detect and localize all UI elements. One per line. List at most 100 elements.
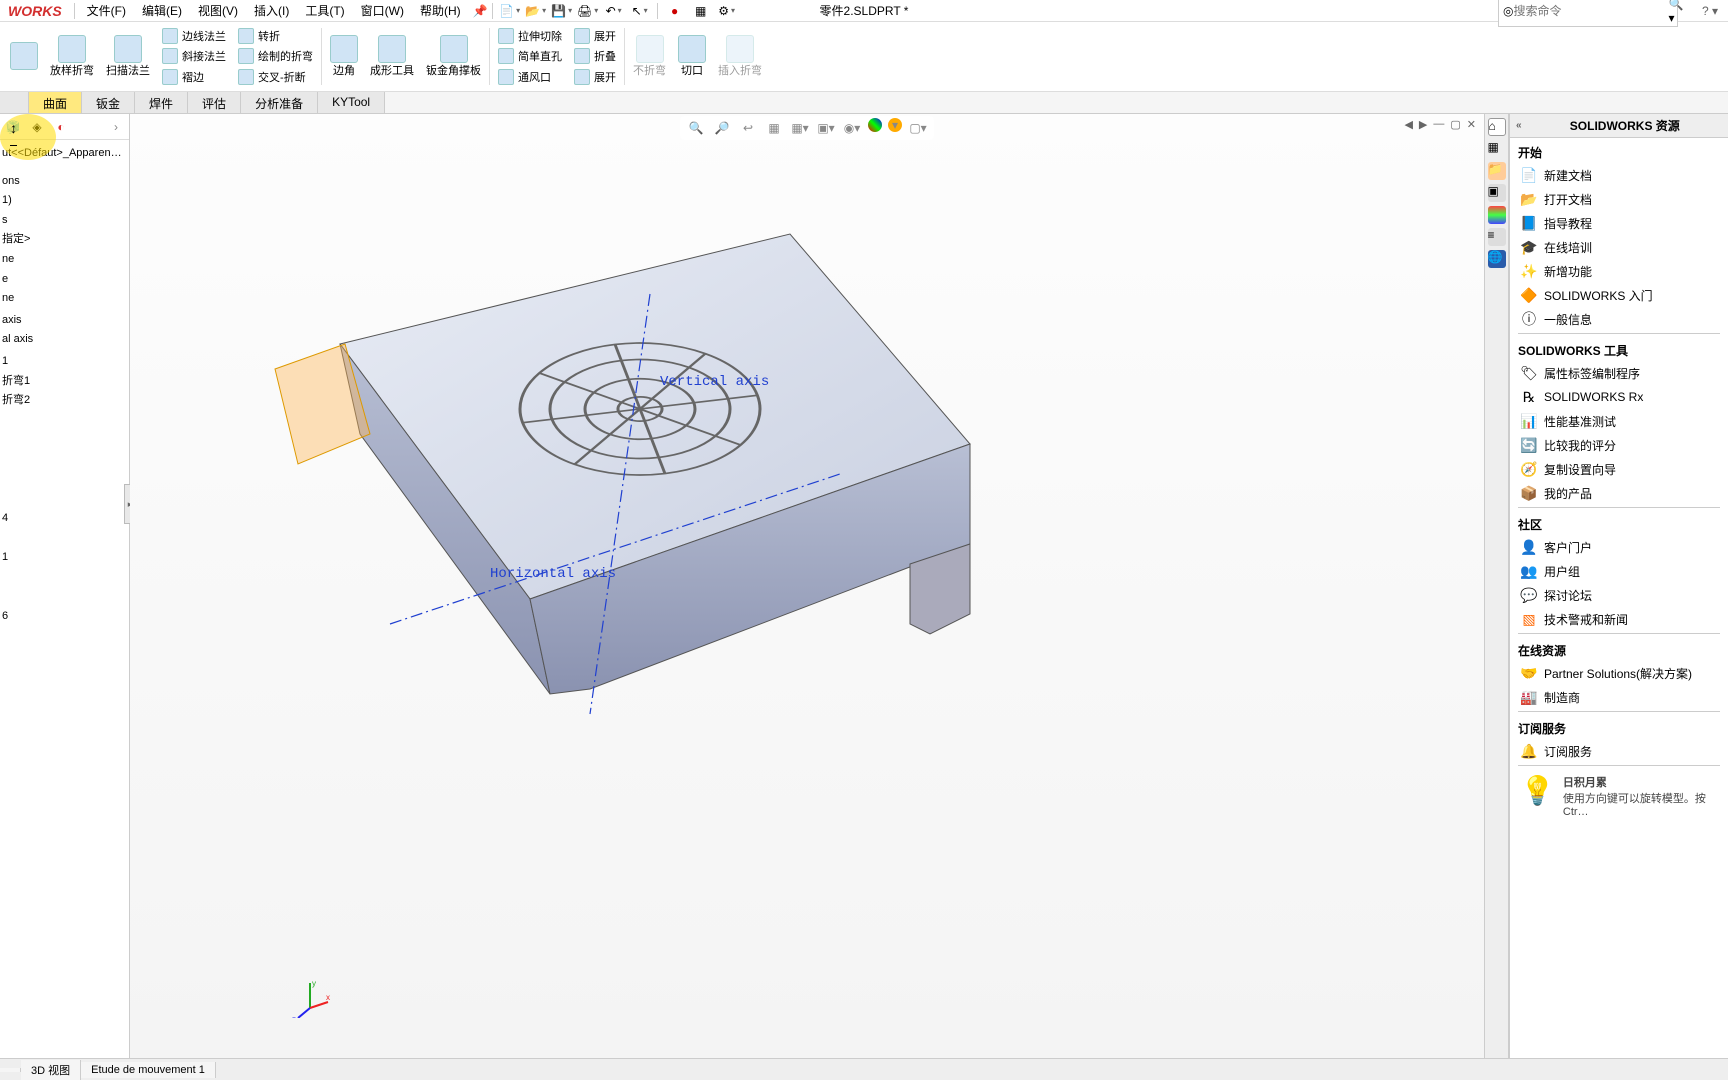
menu-file[interactable]: 文件(F) bbox=[79, 0, 134, 21]
scene-icon[interactable]: ▾ bbox=[888, 118, 902, 132]
tree-expand-icon[interactable]: › bbox=[107, 118, 125, 136]
tree-node[interactable]: e bbox=[2, 270, 127, 290]
tab-custom-props-icon[interactable]: ≡ bbox=[1488, 228, 1506, 246]
tree-node[interactable]: 折弯2 bbox=[2, 391, 127, 411]
tab-forum-icon[interactable]: 🌐 bbox=[1488, 250, 1506, 268]
item-online-training[interactable]: 🎓在线培训 bbox=[1510, 235, 1728, 259]
tree-node[interactable]: 1) bbox=[2, 191, 127, 211]
cmd-simple-hole[interactable]: 简单直孔 bbox=[496, 47, 564, 65]
graphics-viewport[interactable]: 🔍 🔎 ↩ ▦ ▦▾ ▣▾ ◉▾ ▾ ▢▾ ◀ ▶ — ▢ ✕ bbox=[130, 114, 1484, 1058]
tree-node[interactable]: 折弯1 bbox=[2, 372, 127, 392]
search-icon[interactable]: 🔍▾ bbox=[1668, 0, 1683, 25]
tab-sheetmetal[interactable]: 钣金 bbox=[82, 92, 135, 113]
tree-node[interactable]: ne bbox=[2, 289, 127, 309]
tab-appearances-icon[interactable] bbox=[1488, 206, 1506, 224]
item-tutorials[interactable]: 📘指导教程 bbox=[1510, 211, 1728, 235]
cmd-unfold[interactable]: 展开 bbox=[572, 27, 618, 45]
menu-edit[interactable]: 编辑(E) bbox=[134, 0, 190, 21]
cmd-baseflange[interactable] bbox=[4, 24, 44, 89]
cmd-gusset[interactable]: 钣金角撑板 bbox=[420, 24, 487, 89]
item-partner-solutions[interactable]: 🤝Partner Solutions(解决方案) bbox=[1510, 661, 1728, 685]
cmd-lofted-bend[interactable]: 放样折弯 bbox=[44, 24, 100, 89]
cmd-flatten[interactable]: 展开 bbox=[572, 68, 618, 86]
tree-node[interactable]: ne bbox=[2, 250, 127, 270]
tree-tab-property-icon[interactable]: ◈ bbox=[28, 118, 46, 136]
search-input[interactable] bbox=[1513, 4, 1668, 18]
pane-prev-icon[interactable]: ◀ bbox=[1404, 118, 1412, 131]
tab-weldment[interactable]: 焊件 bbox=[135, 92, 188, 113]
tree-node[interactable]: 6 bbox=[2, 607, 127, 627]
cmd-vent[interactable]: 通风口 bbox=[496, 68, 564, 86]
item-introduction[interactable]: 🔶SOLIDWORKS 入门 bbox=[1510, 283, 1728, 307]
item-compare-score[interactable]: 🔄比较我的评分 bbox=[1510, 433, 1728, 457]
cmd-sketched-bend[interactable]: 绘制的折弯 bbox=[236, 47, 315, 65]
cmd-rip[interactable]: 切口 bbox=[672, 24, 712, 89]
cmd-edge-flange[interactable]: 边线法兰 bbox=[160, 27, 228, 45]
cmd-fold[interactable]: 折叠 bbox=[572, 47, 618, 65]
tab-file-explorer-icon[interactable]: 📁 bbox=[1488, 162, 1506, 180]
item-forum[interactable]: 💬探讨论坛 bbox=[1510, 583, 1728, 607]
cmd-forming-tool[interactable]: 成形工具 bbox=[364, 24, 420, 89]
item-manufacturers[interactable]: 🏭制造商 bbox=[1510, 685, 1728, 709]
print-icon[interactable]: 🖨 bbox=[579, 2, 597, 20]
pane-max-icon[interactable]: ▢ bbox=[1450, 118, 1460, 131]
cmd-swept-flange[interactable]: 扫描法兰 bbox=[100, 24, 156, 89]
open-icon[interactable]: 📂 bbox=[527, 2, 545, 20]
save-icon[interactable]: 💾 bbox=[553, 2, 571, 20]
cmd-cross-break[interactable]: 交叉-折断 bbox=[236, 68, 315, 86]
cmd-extrude-cut[interactable]: 拉伸切除 bbox=[496, 27, 564, 45]
menu-window[interactable]: 窗口(W) bbox=[353, 0, 412, 21]
menu-insert[interactable]: 插入(I) bbox=[246, 0, 297, 21]
tree-node[interactable]: 1 bbox=[2, 352, 127, 372]
menu-help[interactable]: 帮助(H) bbox=[412, 0, 469, 21]
item-new-doc[interactable]: 📄新建文档 bbox=[1510, 163, 1728, 187]
pane-min-icon[interactable]: — bbox=[1433, 118, 1444, 131]
help-button[interactable]: ? ▾ bbox=[1702, 4, 1718, 18]
cmd-miter-flange[interactable]: 斜接法兰 bbox=[160, 47, 228, 65]
item-rx[interactable]: ℞SOLIDWORKS Rx bbox=[1510, 385, 1728, 409]
tree-node[interactable]: 1 bbox=[2, 548, 127, 568]
item-open-doc[interactable]: 📂打开文档 bbox=[1510, 187, 1728, 211]
tab-prepare[interactable]: 分析准备 bbox=[241, 92, 318, 113]
item-whats-new[interactable]: ✨新增功能 bbox=[1510, 259, 1728, 283]
tree-node[interactable]: ons bbox=[2, 172, 127, 192]
tree-node[interactable]: axis bbox=[2, 311, 127, 331]
tab-features[interactable] bbox=[0, 92, 29, 113]
tab-resources-icon[interactable]: ⌂ bbox=[1488, 118, 1506, 136]
bottom-tab-model[interactable] bbox=[0, 1068, 21, 1072]
tab-evaluate[interactable]: 评估 bbox=[188, 92, 241, 113]
rebuild-icon[interactable]: ● bbox=[666, 2, 684, 20]
menu-tools[interactable]: 工具(T) bbox=[297, 0, 352, 21]
tree-node[interactable]: 4 bbox=[2, 509, 127, 529]
item-copy-settings[interactable]: 🧭复制设置向导 bbox=[1510, 457, 1728, 481]
item-news[interactable]: ▧技术警戒和新闻 bbox=[1510, 607, 1728, 631]
item-my-products[interactable]: 📦我的产品 bbox=[1510, 481, 1728, 505]
tab-view-palette-icon[interactable]: ▣ bbox=[1488, 184, 1506, 202]
bottom-tab-3dview[interactable]: 3D 视图 bbox=[21, 1060, 81, 1080]
item-user-group[interactable]: 👥用户组 bbox=[1510, 559, 1728, 583]
tree-node[interactable]: s bbox=[2, 211, 127, 231]
cmd-hem[interactable]: 褶边 bbox=[160, 68, 228, 86]
options-icon[interactable]: ▦ bbox=[692, 2, 710, 20]
tree-tab-appearance-icon[interactable]: ◐ bbox=[52, 118, 70, 136]
cmd-corner[interactable]: 边角 bbox=[324, 24, 364, 89]
item-subscription[interactable]: 🔔订阅服务 bbox=[1510, 739, 1728, 763]
settings-icon[interactable]: ⚙ bbox=[718, 2, 736, 20]
item-tag-editor[interactable]: 🏷属性标签编制程序 bbox=[1510, 361, 1728, 385]
command-search[interactable]: ◎ 🔍▾ bbox=[1498, 0, 1678, 27]
tab-surface[interactable]: 曲面 bbox=[29, 92, 82, 113]
appearance-icon[interactable] bbox=[868, 118, 882, 132]
tree-node[interactable]: al axis bbox=[2, 330, 127, 350]
select-icon[interactable]: ↖ bbox=[631, 2, 649, 20]
bottom-tab-motion[interactable]: Etude de mouvement 1 bbox=[81, 1062, 216, 1078]
item-general-info[interactable]: ⓘ一般信息 bbox=[1510, 307, 1728, 331]
menu-view[interactable]: 视图(V) bbox=[190, 0, 246, 21]
item-customer-portal[interactable]: 👤客户门户 bbox=[1510, 535, 1728, 559]
pane-close-icon[interactable]: ✕ bbox=[1467, 118, 1476, 131]
tree-config[interactable]: ut<<Défaut>_Apparence Et… bbox=[2, 144, 127, 164]
tree-node[interactable]: 指定> bbox=[2, 230, 127, 250]
undo-icon[interactable]: ↶ bbox=[605, 2, 623, 20]
tree-content[interactable]: ut<<Défaut>_Apparence Et… ons 1) s 指定> n… bbox=[0, 140, 129, 630]
new-icon[interactable]: 📄 bbox=[501, 2, 519, 20]
pane-next-icon[interactable]: ▶ bbox=[1419, 118, 1427, 131]
